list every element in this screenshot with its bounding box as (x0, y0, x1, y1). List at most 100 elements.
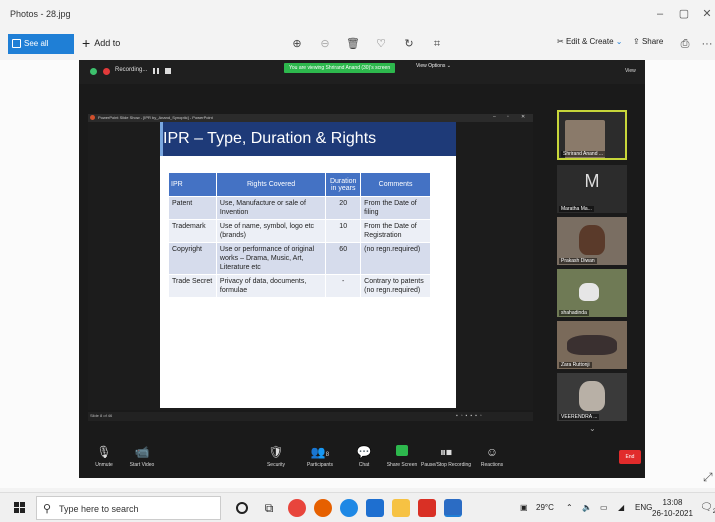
edit-create-button[interactable]: ✂ Edit & Create ⌄ (557, 37, 622, 46)
view-mode-icons: ▪▫▪▪▪▫ (456, 413, 485, 419)
add-to-button[interactable]: + Add to (82, 35, 120, 51)
end-meeting-button[interactable]: End (619, 450, 641, 464)
ipr-cell: Patent (168, 196, 217, 220)
view-options-button[interactable]: View Options ⌄ (416, 63, 451, 69)
chrome-icon[interactable] (288, 499, 306, 517)
print-icon[interactable]: ⎙ (678, 37, 692, 51)
participant-tile[interactable]: VEERENDRA ... (557, 373, 627, 421)
ipr-cell: Trade Secret (168, 274, 217, 298)
edge-icon[interactable] (340, 499, 358, 517)
firefox-icon[interactable] (314, 499, 332, 517)
notification-icon[interactable]: 🗨2 (700, 502, 715, 515)
file-explorer-icon[interactable] (392, 499, 410, 517)
zoom-meeting-window: Recording... You are viewing Shrirand An… (79, 60, 645, 478)
show-hidden-icons[interactable]: ⌃ (566, 503, 573, 512)
expand-icon[interactable]: ⤢ (703, 470, 713, 485)
participant-tile[interactable]: Zara Ruttonji (557, 321, 627, 369)
table-row: Trade Secret Privacy of data, documents,… (168, 274, 431, 298)
pdf-reader-icon[interactable] (418, 499, 436, 517)
comments-cell: From the Date of filing (360, 196, 431, 220)
zoom-out-icon[interactable]: ⊖ (318, 37, 332, 51)
share-screen-label: Share Screen (386, 462, 418, 468)
participant-tile[interactable]: shahadinda (557, 269, 627, 317)
video-feed (579, 283, 599, 301)
rotate-icon[interactable]: ↻ (402, 37, 416, 51)
pause-stop-icon: ⏸⏹ (439, 445, 452, 459)
reactions-icon: ☺ (485, 445, 499, 459)
participants-count: 8 (325, 452, 330, 458)
share-icon: ⇪ (633, 37, 642, 46)
network-icon[interactable]: ◢ (618, 503, 624, 512)
record-button[interactable]: ⏸⏹ Pause/Stop Recording (421, 444, 471, 468)
task-view-icon[interactable]: ⧉ (260, 499, 278, 517)
see-all-photos-button[interactable]: See all photos (8, 34, 74, 68)
minimize-button[interactable]: – (651, 6, 669, 22)
ppt-close-icon: ✕ (521, 114, 526, 120)
pause-recording-button[interactable] (153, 68, 159, 74)
zoom-in-icon[interactable]: ⊕ (290, 37, 304, 51)
reactions-button[interactable]: ☺ Reactions (467, 444, 517, 468)
stop-recording-button[interactable] (165, 68, 171, 74)
security-button[interactable]: 🛡 Security (251, 444, 301, 468)
recording-label: Recording... (115, 67, 148, 73)
close-button[interactable]: ✕ (698, 6, 715, 22)
photo-viewer: Recording... You are viewing Shrirand An… (0, 60, 715, 488)
participants-button[interactable]: 👥8 Participants (295, 444, 345, 468)
start-video-label: Start Video (129, 462, 155, 468)
plus-icon: + (82, 35, 91, 51)
language-indicator[interactable]: ENG (635, 503, 652, 512)
participant-name: Maratha Ma... (559, 206, 594, 212)
rights-cell: Use of name, symbol, logo etc (brands) (215, 219, 327, 243)
add-to-label: Add to (94, 38, 121, 48)
video-off-icon: 📹 (134, 445, 150, 459)
share-button[interactable]: ⇪ Share (633, 37, 663, 46)
rights-cell: Use or performance of original works – D… (215, 242, 327, 275)
participant-name: VEERENDRA ... (559, 414, 600, 420)
participant-tile[interactable]: M Maratha Ma... (557, 165, 627, 213)
participant-initial: M (584, 171, 600, 191)
ppt-title-bar: PowerPoint Slide Show - [IPR by_Anand_Sy… (88, 114, 533, 122)
participants-label: Participants (306, 462, 334, 468)
comments-cell: From the Date of Registration (360, 219, 431, 243)
store-icon[interactable] (366, 499, 384, 517)
start-button[interactable] (14, 502, 26, 514)
ppt-window-title: PowerPoint Slide Show - [IPR by_Anand_Sy… (98, 115, 213, 120)
table-row: Patent Use, Manufacture or sale of Inven… (168, 196, 431, 220)
zoom-top-bar: Recording... You are viewing Shrirand An… (79, 60, 645, 84)
ipr-cell: Trademark (168, 219, 217, 243)
column-header: Comments (360, 172, 431, 197)
search-placeholder: Type here to search (59, 504, 139, 514)
video-feed (579, 381, 605, 411)
cortana-icon[interactable] (236, 502, 248, 514)
view-button[interactable]: View (625, 68, 636, 74)
favorite-icon[interactable]: ♡ (374, 37, 388, 51)
powerpoint-icon (90, 115, 95, 120)
participant-tile[interactable]: Shrirand Anand ... (557, 110, 627, 160)
taskbar-search-box[interactable]: ⚲ Type here to search (36, 496, 221, 520)
weather-icon[interactable]: ▣ (520, 503, 528, 512)
ipr-cell: Copyright (168, 242, 217, 275)
speaker-icon[interactable]: 🔈 (582, 503, 592, 512)
rights-cell: Privacy of data, documents, formulae (215, 274, 327, 298)
participant-tile[interactable]: Prakash Diwan (557, 217, 627, 265)
crop-icon[interactable]: ⌗ (430, 37, 444, 51)
chevron-down-icon: ⌄ (615, 37, 623, 46)
ipr-table: IPR Rights Covered Duration in years Com… (168, 172, 431, 298)
photos-app-icon[interactable] (444, 499, 462, 517)
column-header: IPR (168, 172, 217, 197)
column-header: Duration in years (325, 172, 362, 197)
more-options-button[interactable]: ··· (700, 37, 714, 51)
clock-time: 13:08 (662, 498, 683, 507)
gallery-icon (12, 39, 21, 48)
chevron-down-icon[interactable]: ⌄ (589, 424, 596, 433)
battery-icon[interactable]: ▭ (600, 503, 608, 512)
participant-name: Zara Ruttonji (559, 362, 592, 368)
column-header: Rights Covered (215, 172, 327, 197)
taskbar-clock[interactable]: 13:08 26-10-2021 (652, 497, 693, 519)
share-screen-button[interactable]: Share Screen (377, 444, 427, 468)
start-video-button[interactable]: 📹 Start Video (117, 444, 167, 468)
duration-cell: - (325, 274, 362, 298)
delete-icon[interactable]: 🗑 (346, 37, 360, 51)
duration-cell: 60 (325, 242, 362, 275)
maximize-button[interactable]: ▢ (675, 6, 693, 22)
